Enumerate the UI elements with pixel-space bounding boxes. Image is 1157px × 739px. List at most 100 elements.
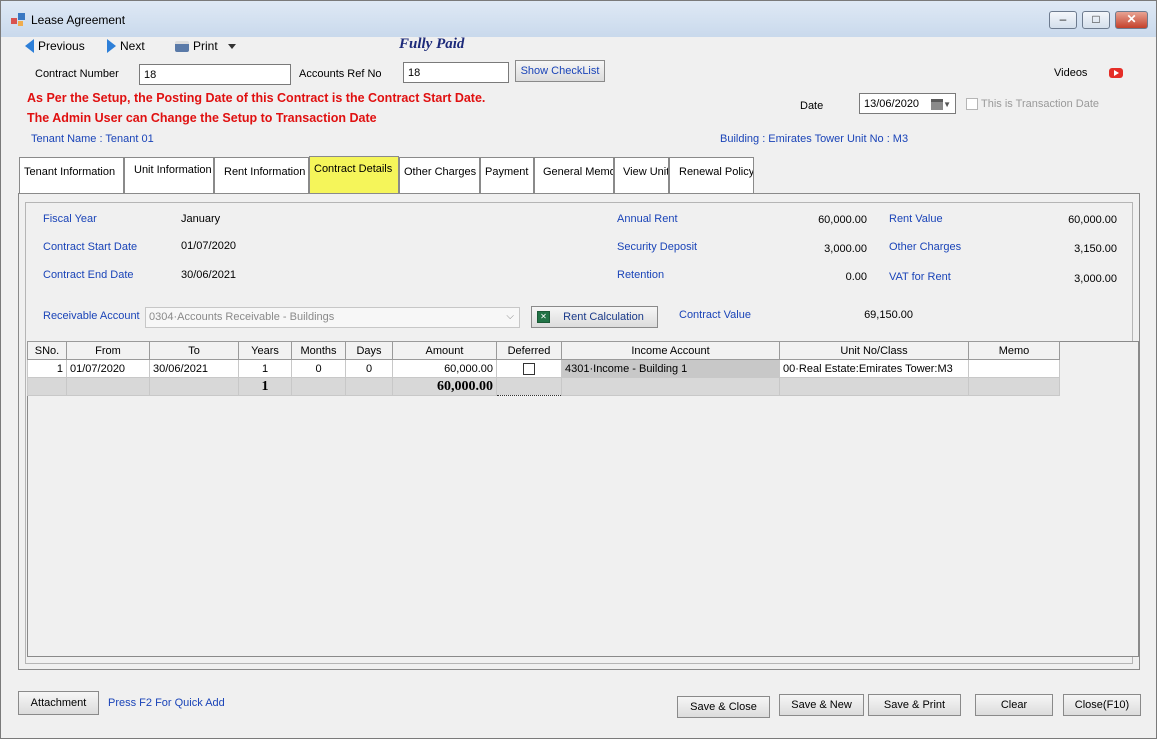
cell-days[interactable]: 0	[345, 359, 393, 378]
contract-start-value: 01/07/2020	[181, 240, 237, 252]
arrow-right-icon	[107, 39, 116, 53]
tab-view-unit[interactable]: View Unit	[614, 157, 669, 194]
col-days[interactable]: Days	[345, 341, 393, 360]
cell-from[interactable]: 01/07/2020	[66, 359, 150, 378]
contract-number-input[interactable]: 18	[139, 64, 291, 85]
checkbox-box	[966, 98, 978, 111]
print-label: Print	[193, 39, 218, 53]
date-picker[interactable]: 13/06/2020 ▼	[859, 93, 956, 114]
cell-to[interactable]: 30/06/2021	[149, 359, 239, 378]
col-from[interactable]: From	[66, 341, 150, 360]
col-income-account[interactable]: Income Account	[561, 341, 780, 360]
youtube-icon[interactable]	[1109, 68, 1123, 78]
previous-button[interactable]: Previous	[25, 38, 85, 54]
next-label: Next	[120, 39, 145, 53]
annual-rent-label: Annual Rent	[617, 213, 678, 225]
minimize-button[interactable]: –	[1049, 11, 1077, 29]
save-close-button[interactable]: Save & Close	[677, 696, 770, 718]
app-icon	[11, 13, 25, 26]
col-amount[interactable]: Amount	[392, 341, 497, 360]
totals-row: 1 60,000.00	[27, 377, 1060, 396]
tot-income	[561, 377, 780, 396]
excel-icon: ✕	[537, 311, 550, 323]
calendar-icon	[931, 98, 944, 110]
col-unit-class[interactable]: Unit No/Class	[779, 341, 969, 360]
tot-unit	[779, 377, 969, 396]
receivable-account-value: 0304·Accounts Receivable - Buildings	[149, 311, 335, 323]
col-sno[interactable]: SNo.	[27, 341, 67, 360]
col-deferred[interactable]: Deferred	[496, 341, 562, 360]
chevron-down-icon: ⌵	[506, 311, 514, 322]
tab-renewal-policy[interactable]: Renewal Policy	[669, 157, 754, 194]
cell-memo[interactable]	[968, 359, 1060, 378]
rent-calculation-button[interactable]: ✕ Rent Calculation	[531, 306, 658, 328]
title-bar: Lease Agreement – □ ✕	[1, 1, 1156, 37]
other-charges-value: 3,150.00	[1074, 243, 1117, 255]
grid-header-row: SNo. From To Years Months Days Amount De…	[27, 341, 1060, 360]
close-f10-button[interactable]: Close(F10)	[1063, 694, 1141, 716]
col-months[interactable]: Months	[291, 341, 346, 360]
other-charges-label: Other Charges	[889, 241, 962, 253]
tab-tenant-information[interactable]: Tenant Information	[19, 157, 124, 194]
tab-unit-information[interactable]: Unit Information	[124, 157, 214, 194]
chevron-down-icon: ▼	[943, 100, 951, 109]
contract-end-value: 30/06/2021	[181, 269, 237, 281]
tenant-name: Tenant Name : Tenant 01	[31, 133, 154, 145]
print-button[interactable]: Print	[175, 38, 236, 54]
retention-label: Retention	[617, 269, 665, 281]
cell-months[interactable]: 0	[291, 359, 346, 378]
contract-value: 69,150.00	[864, 309, 913, 321]
security-deposit-label: Security Deposit	[617, 241, 698, 253]
tab-rent-information[interactable]: Rent Information	[214, 157, 309, 194]
videos-label: Videos	[1054, 67, 1088, 79]
building-unit: Building : Emirates Tower Unit No : M3	[720, 133, 909, 145]
vat-label: VAT for Rent	[889, 271, 951, 283]
tot-deferred	[496, 377, 562, 396]
accounts-ref-input[interactable]: 18	[403, 62, 509, 83]
cell-deferred[interactable]	[496, 359, 562, 378]
attachment-button[interactable]: Attachment	[18, 691, 99, 715]
cell-amount[interactable]: 60,000.00	[392, 359, 497, 378]
transaction-date-checkbox[interactable]: This is Transaction Date	[966, 98, 1099, 111]
save-print-button[interactable]: Save & Print	[868, 694, 961, 716]
col-memo[interactable]: Memo	[968, 341, 1060, 360]
rent-schedule-grid: SNo. From To Years Months Days Amount De…	[27, 341, 1060, 396]
clear-button[interactable]: Clear	[975, 694, 1053, 716]
tot-sno	[27, 377, 67, 396]
rent-calculation-label: Rent Calculation	[563, 311, 644, 323]
security-deposit-value: 3,000.00	[824, 243, 867, 255]
close-window-button[interactable]: ✕	[1115, 11, 1148, 29]
cell-unit-class[interactable]: 00·Real Estate:Emirates Tower:M3	[779, 359, 969, 378]
tab-payment[interactable]: Payment	[480, 157, 534, 194]
posting-warning-1: As Per the Setup, the Posting Date of th…	[27, 91, 486, 105]
cell-years[interactable]: 1	[238, 359, 292, 378]
tab-contract-details[interactable]: Contract Details	[309, 156, 399, 194]
deferred-checkbox[interactable]	[523, 362, 535, 375]
show-checklist-button[interactable]: Show CheckList	[515, 60, 605, 82]
fiscal-year-label: Fiscal Year	[43, 213, 97, 225]
vat-value: 3,000.00	[1074, 273, 1117, 285]
cell-sno[interactable]: 1	[27, 359, 67, 378]
transaction-date-label: This is Transaction Date	[981, 98, 1099, 110]
tab-general-memo[interactable]: General Memo	[534, 157, 614, 194]
cell-income-account[interactable]: 4301·Income - Building 1	[561, 359, 780, 378]
payment-status: Fully Paid	[399, 36, 465, 52]
posting-warning-2: The Admin User can Change the Setup to T…	[27, 111, 377, 125]
next-button[interactable]: Next	[107, 38, 145, 54]
col-years[interactable]: Years	[238, 341, 292, 360]
receivable-account-select[interactable]: 0304·Accounts Receivable - Buildings ⌵	[145, 307, 520, 328]
tab-other-charges[interactable]: Other Charges	[399, 157, 480, 194]
rent-value-label: Rent Value	[889, 213, 943, 225]
date-label: Date	[800, 100, 824, 112]
col-to[interactable]: To	[149, 341, 239, 360]
tot-to	[149, 377, 239, 396]
rent-value: 60,000.00	[1068, 214, 1117, 226]
total-amount: 60,000.00	[392, 377, 497, 396]
contract-value-label: Contract Value	[679, 309, 751, 321]
table-row[interactable]: 1 01/07/2020 30/06/2021 1 0 0 60,000.00 …	[27, 359, 1060, 378]
contract-start-label: Contract Start Date	[43, 241, 138, 253]
save-new-button[interactable]: Save & New	[779, 694, 864, 716]
contract-number-label: Contract Number	[35, 68, 119, 80]
maximize-button[interactable]: □	[1082, 11, 1110, 29]
receivable-account-label: Receivable Account	[43, 310, 140, 322]
